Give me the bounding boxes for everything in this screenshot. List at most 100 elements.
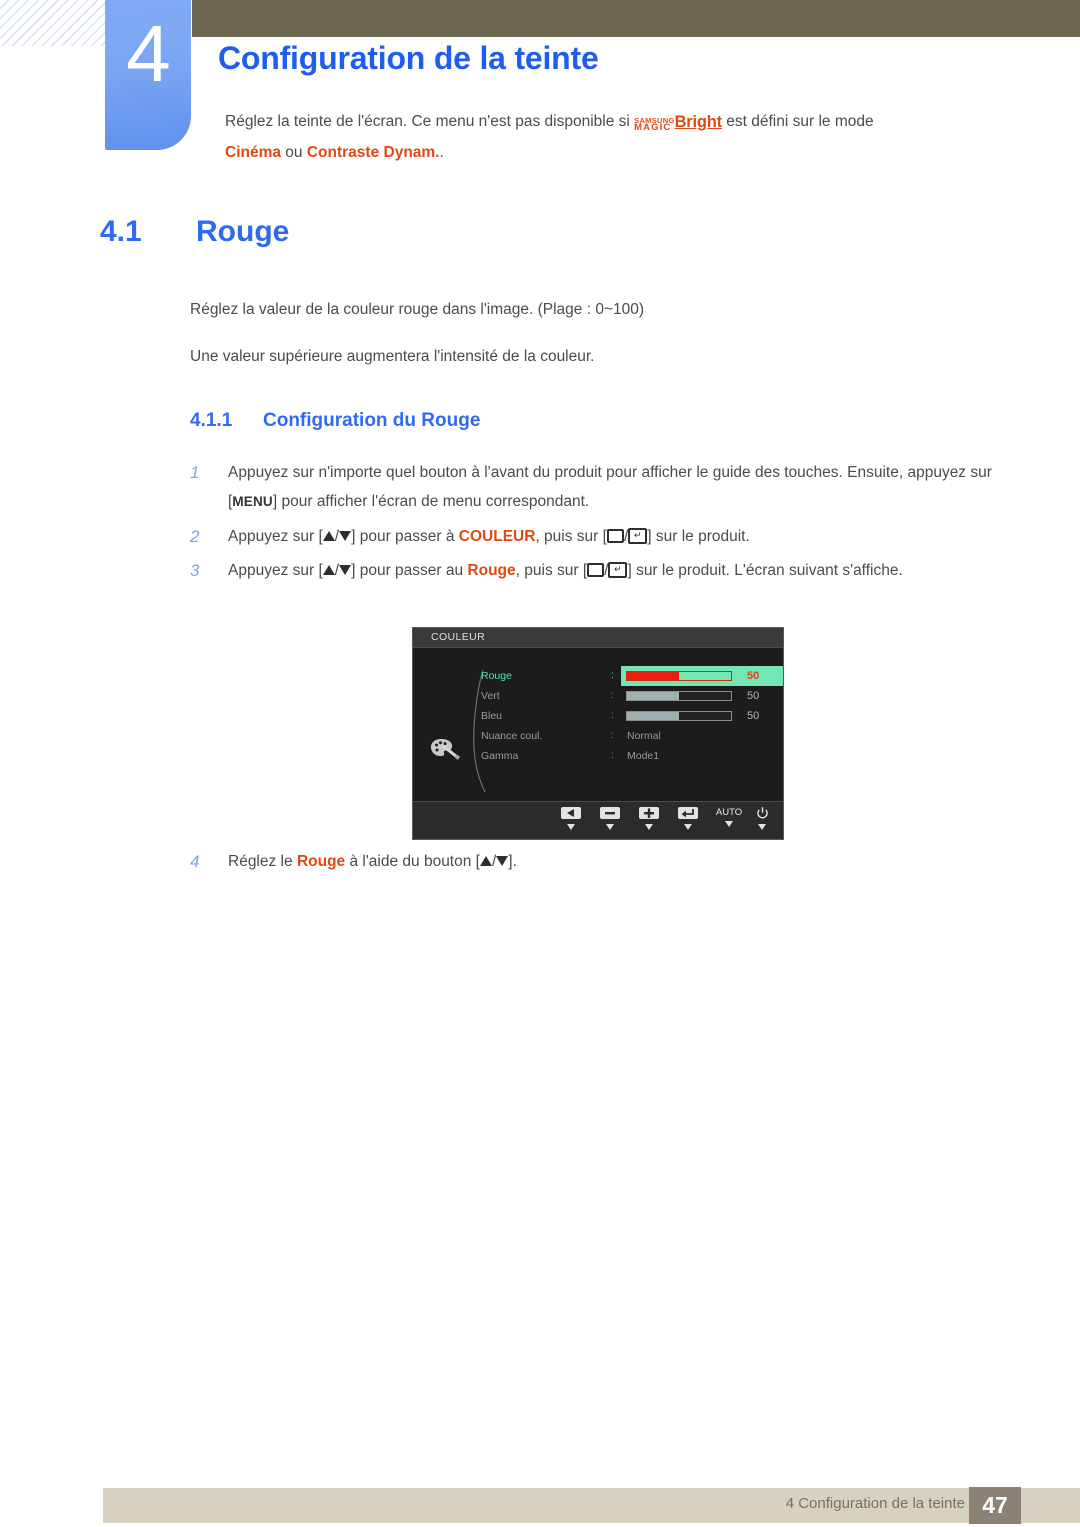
osd-label: Vert [481, 690, 500, 702]
page-title: Configuration de la teinte [218, 40, 599, 76]
step3-part4: ] sur le produit. L'écran suivant s'affi… [627, 562, 903, 579]
osd-label: Gamma [481, 750, 519, 762]
osd-value: 50 [747, 670, 760, 682]
footer-text: 4 Configuration de la teinte [785, 1495, 965, 1512]
step-item: 3 Appuyez sur [/] pour passer au Rouge, … [190, 556, 1018, 585]
subsection-number: 4.1.1 [190, 410, 233, 431]
osd-body: Rouge : 50 Vert : 50 Bleu : 50 Nuance co… [413, 648, 783, 802]
step-index: 3 [190, 561, 200, 580]
enter-button-icon: ↵ [628, 527, 648, 544]
caret-down-icon [567, 824, 575, 830]
caret-down-icon [645, 824, 653, 830]
subsection-heading: 4.1.1 Configuration du Rouge [190, 410, 480, 432]
osd-back-button[interactable] [556, 807, 586, 830]
left-arrow-icon [561, 807, 581, 819]
step3-part3: , puis sur [ [515, 562, 588, 579]
step-index: 1 [190, 463, 200, 482]
section-title: Rouge [196, 215, 290, 248]
enter-icon [678, 807, 698, 819]
osd-colon: : [611, 710, 614, 721]
step-item: 4 Réglez le Rouge à l'aide du bouton [/]… [190, 847, 1018, 876]
osd-label: Nuance coul. [481, 730, 543, 742]
osd-enter-button[interactable] [673, 807, 703, 830]
page-number: 47 [969, 1487, 1021, 1524]
osd-auto-label: AUTO [715, 807, 743, 818]
osd-item-list: Rouge : 50 Vert : 50 Bleu : 50 Nuance co… [475, 666, 783, 766]
subsection-title: Configuration du Rouge [263, 410, 481, 431]
osd-menu-screenshot: COULEUR Rouge: 50 Vert: 50 Bleu: 50 N… [412, 627, 784, 840]
triangle-up-icon [322, 530, 335, 541]
mode-contraste-dynam-label: Contraste Dynam. [306, 144, 440, 161]
triangle-down-icon [496, 855, 509, 866]
chapter-intro-paragraph: Réglez la teinte de l'écran. Ce menu n'e… [225, 106, 1015, 168]
osd-colon: : [611, 750, 614, 761]
osd-row-gamma[interactable]: Gamma : Mode1 [475, 746, 783, 766]
step3-part2: ] pour passer au [351, 562, 468, 579]
osd-colon: : [611, 670, 614, 681]
step-item: 2 Appuyez sur [/] pour passer à COULEUR,… [190, 522, 1018, 551]
chapter-tab: 4 [105, 0, 191, 150]
triangle-down-icon [339, 564, 352, 575]
osd-row-vert[interactable]: Vert : 50 [475, 686, 783, 706]
logo-bright-text: Bright [674, 113, 723, 131]
step2-part3: , puis sur [ [535, 528, 607, 545]
caret-down-icon [725, 821, 733, 827]
enter-button-icon: ↵ [608, 561, 628, 578]
step-index: 4 [190, 852, 200, 871]
step4-part2: à l'aide du bouton [ [345, 853, 480, 870]
osd-colon: : [611, 690, 614, 701]
step-text: Appuyez sur n'importe quel bouton à l'av… [228, 458, 1018, 516]
section-heading: 4.1 Rouge [100, 215, 289, 249]
caret-down-icon [606, 824, 614, 830]
osd-slider-fill [627, 672, 679, 680]
step-text: Réglez le Rouge à l'aide du bouton [/]. [228, 847, 1018, 876]
power-icon [747, 807, 777, 822]
osd-minus-button[interactable] [595, 807, 625, 830]
osd-slider-fill [627, 692, 679, 700]
intro-text-after: est défini sur le mode [721, 113, 874, 130]
osd-slider-rouge[interactable] [626, 671, 732, 681]
section-paragraph-1: Réglez la valeur de la couleur rouge dan… [190, 301, 645, 318]
minus-icon [600, 807, 620, 819]
samsung-magic-bright-logo: SAMSUNG MAGIC Bright [634, 107, 722, 138]
menu-rouge-label: Rouge [467, 562, 516, 579]
plus-icon [639, 807, 659, 819]
section-number: 4.1 [100, 215, 142, 248]
osd-slider-vert[interactable] [626, 691, 732, 701]
osd-colon: : [611, 730, 614, 741]
triangle-up-icon [479, 855, 492, 866]
triangle-down-icon [339, 530, 352, 541]
triangle-up-icon [322, 564, 335, 575]
osd-power-button[interactable] [747, 807, 777, 830]
magic-logo-stack: SAMSUNG MAGIC [634, 116, 674, 133]
osd-slider-bleu[interactable] [626, 711, 732, 721]
step2-part1: Appuyez sur [ [228, 528, 323, 545]
step-item: 1 Appuyez sur n'importe quel bouton à l'… [190, 458, 1018, 516]
menu-key-label: MENU [232, 494, 273, 509]
color-palette-icon [429, 736, 463, 764]
step-text: Appuyez sur [/] pour passer au Rouge, pu… [228, 556, 1018, 585]
osd-auto-button[interactable]: AUTO [710, 807, 748, 827]
intro-text-before: Réglez la teinte de l'écran. Ce menu n'e… [225, 113, 635, 130]
intro-period: . [439, 144, 444, 161]
osd-plus-button[interactable] [634, 807, 664, 830]
osd-row-bleu[interactable]: Bleu : 50 [475, 706, 783, 726]
osd-value: Mode1 [627, 750, 660, 762]
caret-down-icon [684, 824, 692, 830]
section-paragraph-2: Une valeur supérieure augmentera l'inten… [190, 348, 595, 365]
osd-button-guide-bar: AUTO [413, 801, 783, 839]
step3-part1: Appuyez sur [ [228, 562, 323, 579]
osd-row-rouge[interactable]: Rouge : 50 [475, 666, 783, 686]
logo-magic-text: MAGIC [634, 122, 672, 133]
osd-row-nuance-coul[interactable]: Nuance coul. : Normal [475, 726, 783, 746]
chapter-number: 4 [126, 9, 171, 98]
osd-value: Normal [627, 730, 661, 742]
step2-part4: ] sur le produit. [647, 528, 750, 545]
step2-part2: ] pour passer à [351, 528, 459, 545]
menu-couleur-label: COULEUR [458, 528, 536, 545]
step4-part3: ]. [508, 853, 517, 870]
step1-part2: ] pour afficher l'écran de menu correspo… [272, 493, 590, 510]
rectangle-button-icon [606, 528, 624, 543]
intro-conjunction: ou [281, 144, 307, 161]
osd-slider-fill [627, 712, 679, 720]
